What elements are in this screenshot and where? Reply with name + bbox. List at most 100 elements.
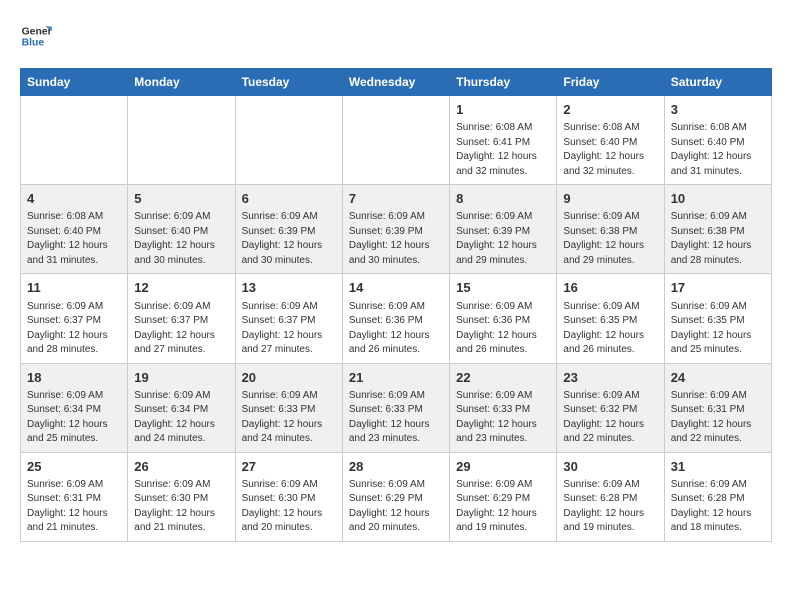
calendar-week-row: 18 Sunrise: 6:09 AM Sunset: 6:34 PM Dayli…	[21, 363, 772, 452]
day-detail: Sunrise: 6:09 AM Sunset: 6:36 PM Dayligh…	[349, 300, 443, 358]
calendar-cell: 13 Sunrise: 6:09 AM Sunset: 6:37 PM Dayli…	[235, 274, 342, 363]
calendar-cell: 7Sunrise: 6:09 AM Sunset: 6:39 PM Daylig…	[342, 185, 449, 274]
day-detail: Sunrise: 6:08 AM Sunset: 6:41 PM Dayligh…	[456, 121, 550, 179]
day-number: 5	[134, 190, 228, 208]
day-detail: Sunrise: 6:09 AM Sunset: 6:36 PM Dayligh…	[456, 300, 550, 358]
calendar-header: SundayMondayTuesdayWednesdayThursdayFrid…	[21, 69, 772, 96]
day-number: 17	[671, 279, 765, 297]
calendar-week-row: 4 Sunrise: 6:08 AM Sunset: 6:40 PM Daylig…	[21, 185, 772, 274]
calendar-cell: 21 Sunrise: 6:09 AM Sunset: 6:33 PM Dayli…	[342, 363, 449, 452]
day-of-week-header: Wednesday	[342, 69, 449, 96]
calendar-cell: 8Sunrise: 6:09 AM Sunset: 6:39 PM Daylig…	[450, 185, 557, 274]
calendar-cell: 9 Sunrise: 6:09 AM Sunset: 6:38 PM Daylig…	[557, 185, 664, 274]
day-detail: Sunrise: 6:09 AM Sunset: 6:34 PM Dayligh…	[134, 389, 228, 447]
calendar-cell: 10 Sunrise: 6:09 AM Sunset: 6:38 PM Dayli…	[664, 185, 771, 274]
calendar-cell: 4 Sunrise: 6:08 AM Sunset: 6:40 PM Daylig…	[21, 185, 128, 274]
day-number: 18	[27, 369, 121, 387]
day-detail: Sunrise: 6:08 AM Sunset: 6:40 PM Dayligh…	[563, 121, 657, 179]
day-detail: Sunrise: 6:09 AM Sunset: 6:34 PM Dayligh…	[27, 389, 121, 447]
day-number: 1	[456, 101, 550, 119]
day-number: 2	[563, 101, 657, 119]
logo: General Blue	[20, 20, 52, 52]
calendar-cell: 16Sunrise: 6:09 AM Sunset: 6:35 PM Dayli…	[557, 274, 664, 363]
calendar-cell	[128, 96, 235, 185]
day-number: 3	[671, 101, 765, 119]
day-detail: Sunrise: 6:09 AM Sunset: 6:37 PM Dayligh…	[242, 300, 336, 358]
calendar-cell: 25 Sunrise: 6:09 AM Sunset: 6:31 PM Dayli…	[21, 452, 128, 541]
calendar-cell: 19 Sunrise: 6:09 AM Sunset: 6:34 PM Dayli…	[128, 363, 235, 452]
calendar-cell: 27 Sunrise: 6:09 AM Sunset: 6:30 PM Dayli…	[235, 452, 342, 541]
day-of-week-header: Friday	[557, 69, 664, 96]
day-number: 4	[27, 190, 121, 208]
calendar-cell: 23Sunrise: 6:09 AM Sunset: 6:32 PM Dayli…	[557, 363, 664, 452]
svg-text:Blue: Blue	[22, 38, 45, 49]
calendar-cell: 28Sunrise: 6:09 AM Sunset: 6:29 PM Dayli…	[342, 452, 449, 541]
day-number: 25	[27, 458, 121, 476]
day-of-week-header: Thursday	[450, 69, 557, 96]
day-detail: Sunrise: 6:09 AM Sunset: 6:30 PM Dayligh…	[242, 478, 336, 536]
day-number: 23	[563, 369, 657, 387]
day-number: 7	[349, 190, 443, 208]
calendar-cell: 30Sunrise: 6:09 AM Sunset: 6:28 PM Dayli…	[557, 452, 664, 541]
day-detail: Sunrise: 6:09 AM Sunset: 6:33 PM Dayligh…	[456, 389, 550, 447]
calendar-week-row: 25 Sunrise: 6:09 AM Sunset: 6:31 PM Dayli…	[21, 452, 772, 541]
day-detail: Sunrise: 6:09 AM Sunset: 6:28 PM Dayligh…	[671, 478, 765, 536]
calendar-cell: 11 Sunrise: 6:09 AM Sunset: 6:37 PM Dayli…	[21, 274, 128, 363]
day-number: 16	[563, 279, 657, 297]
day-number: 24	[671, 369, 765, 387]
day-of-week-header: Monday	[128, 69, 235, 96]
day-detail: Sunrise: 6:09 AM Sunset: 6:29 PM Dayligh…	[349, 478, 443, 536]
calendar-cell: 2 Sunrise: 6:08 AM Sunset: 6:40 PM Daylig…	[557, 96, 664, 185]
day-detail: Sunrise: 6:08 AM Sunset: 6:40 PM Dayligh…	[27, 210, 121, 268]
calendar-body: 1 Sunrise: 6:08 AM Sunset: 6:41 PM Daylig…	[21, 96, 772, 542]
day-number: 12	[134, 279, 228, 297]
calendar-cell: 6 Sunrise: 6:09 AM Sunset: 6:39 PM Daylig…	[235, 185, 342, 274]
day-number: 29	[456, 458, 550, 476]
day-detail: Sunrise: 6:09 AM Sunset: 6:33 PM Dayligh…	[349, 389, 443, 447]
calendar-cell: 24 Sunrise: 6:09 AM Sunset: 6:31 PM Dayli…	[664, 363, 771, 452]
calendar-cell: 15 Sunrise: 6:09 AM Sunset: 6:36 PM Dayli…	[450, 274, 557, 363]
day-detail: Sunrise: 6:09 AM Sunset: 6:37 PM Dayligh…	[134, 300, 228, 358]
day-number: 19	[134, 369, 228, 387]
day-number: 14	[349, 279, 443, 297]
calendar-cell	[235, 96, 342, 185]
calendar-cell: 17 Sunrise: 6:09 AM Sunset: 6:35 PM Dayli…	[664, 274, 771, 363]
calendar-cell: 5 Sunrise: 6:09 AM Sunset: 6:40 PM Daylig…	[128, 185, 235, 274]
day-detail: Sunrise: 6:09 AM Sunset: 6:38 PM Dayligh…	[563, 210, 657, 268]
day-number: 26	[134, 458, 228, 476]
day-number: 15	[456, 279, 550, 297]
calendar-cell: 18 Sunrise: 6:09 AM Sunset: 6:34 PM Dayli…	[21, 363, 128, 452]
calendar-cell: 14 Sunrise: 6:09 AM Sunset: 6:36 PM Dayli…	[342, 274, 449, 363]
svg-text:General: General	[22, 26, 52, 37]
day-number: 6	[242, 190, 336, 208]
day-detail: Sunrise: 6:09 AM Sunset: 6:39 PM Dayligh…	[242, 210, 336, 268]
day-number: 10	[671, 190, 765, 208]
day-detail: Sunrise: 6:09 AM Sunset: 6:35 PM Dayligh…	[671, 300, 765, 358]
day-number: 22	[456, 369, 550, 387]
day-detail: Sunrise: 6:09 AM Sunset: 6:31 PM Dayligh…	[27, 478, 121, 536]
day-number: 13	[242, 279, 336, 297]
day-number: 11	[27, 279, 121, 297]
day-of-week-header: Sunday	[21, 69, 128, 96]
calendar-cell: 3 Sunrise: 6:08 AM Sunset: 6:40 PM Daylig…	[664, 96, 771, 185]
calendar-cell: 22 Sunrise: 6:09 AM Sunset: 6:33 PM Dayli…	[450, 363, 557, 452]
page-header: General Blue	[20, 20, 772, 52]
day-detail: Sunrise: 6:09 AM Sunset: 6:40 PM Dayligh…	[134, 210, 228, 268]
day-detail: Sunrise: 6:09 AM Sunset: 6:29 PM Dayligh…	[456, 478, 550, 536]
calendar-cell: 26Sunrise: 6:09 AM Sunset: 6:30 PM Dayli…	[128, 452, 235, 541]
day-detail: Sunrise: 6:09 AM Sunset: 6:39 PM Dayligh…	[456, 210, 550, 268]
logo-icon: General Blue	[20, 20, 52, 52]
day-detail: Sunrise: 6:09 AM Sunset: 6:33 PM Dayligh…	[242, 389, 336, 447]
calendar-week-row: 1 Sunrise: 6:08 AM Sunset: 6:41 PM Daylig…	[21, 96, 772, 185]
day-of-week-header: Saturday	[664, 69, 771, 96]
day-detail: Sunrise: 6:09 AM Sunset: 6:37 PM Dayligh…	[27, 300, 121, 358]
day-number: 21	[349, 369, 443, 387]
calendar-cell: 20Sunrise: 6:09 AM Sunset: 6:33 PM Dayli…	[235, 363, 342, 452]
calendar-table: SundayMondayTuesdayWednesdayThursdayFrid…	[20, 68, 772, 542]
calendar-cell	[21, 96, 128, 185]
day-detail: Sunrise: 6:08 AM Sunset: 6:40 PM Dayligh…	[671, 121, 765, 179]
day-number: 9	[563, 190, 657, 208]
day-number: 27	[242, 458, 336, 476]
day-detail: Sunrise: 6:09 AM Sunset: 6:38 PM Dayligh…	[671, 210, 765, 268]
day-detail: Sunrise: 6:09 AM Sunset: 6:31 PM Dayligh…	[671, 389, 765, 447]
